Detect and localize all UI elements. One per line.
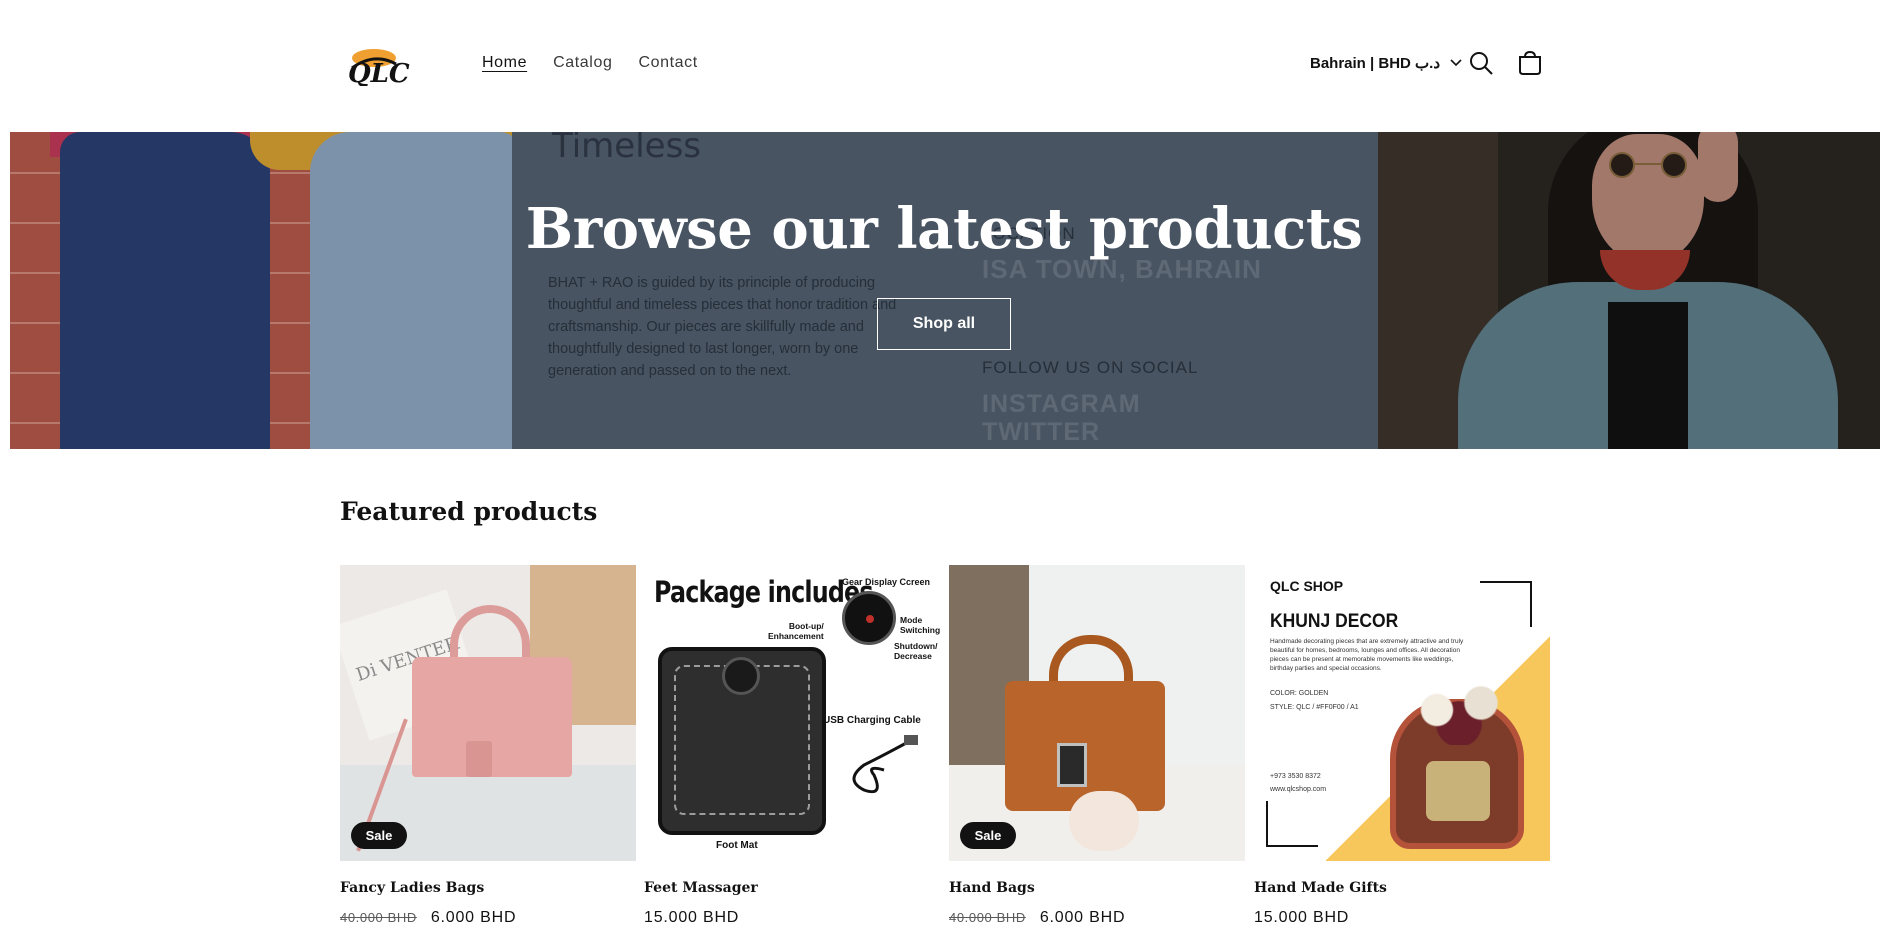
gear-label: Gear Display Ccreen [842, 577, 931, 587]
country-selector[interactable]: Bahrain | BHD د.ب [1310, 54, 1462, 72]
shutdown-label: Shutdown/ Decrease [894, 641, 938, 661]
decor-color: COLOR: GOLDEN [1270, 690, 1329, 697]
product-title[interactable]: Fancy Ladies Bags [340, 880, 484, 896]
decor-phone: +973 3530 8372 [1270, 773, 1321, 780]
brand-label: QLC SHOP [1270, 578, 1344, 594]
hero-heading: Browse our latest products [525, 196, 1363, 262]
product-price: 40.000 BHD 6.000 BHD [340, 909, 516, 927]
svg-text:QLC: QLC [348, 59, 410, 86]
product-card[interactable]: Package includes Gear Display Ccreen Boo… [644, 565, 940, 926]
decor-contact: +973 3530 8372 www.qlcshop.com [1270, 770, 1326, 796]
sale-badge: Sale [351, 822, 407, 849]
decor-web: www.qlcshop.com [1270, 786, 1327, 793]
chevron-down-icon [1450, 59, 1462, 67]
product-title[interactable]: Feet Massager [644, 880, 758, 896]
decor-style: STYLE: QLC / #FF0F00 / A1 [1270, 704, 1359, 711]
usb-label: USB Charging Cable [823, 715, 921, 726]
product-image-hand-bags[interactable]: Sale [949, 565, 1245, 861]
hero-banner: Timeless BHAT + RAO is guided by its pri… [10, 132, 1880, 449]
price-sale: 6.000 BHD [430, 909, 517, 926]
mode-label: Mode Switching [900, 615, 940, 635]
shop-all-button[interactable]: Shop all [877, 298, 1011, 350]
nav-home[interactable]: Home [482, 54, 527, 72]
nav-catalog[interactable]: Catalog [553, 54, 612, 72]
site-header: QLC Home Catalog Contact Bahrain | BHD د… [0, 0, 1880, 132]
price-regular: 15.000 BHD [1254, 909, 1350, 926]
main-nav: Home Catalog Contact [482, 54, 698, 72]
product-card[interactable]: QLC SHOP KHUNJ DECOR Handmade decorating… [1254, 565, 1550, 926]
bootup-label: Boot-up/ Enhancement [768, 621, 824, 641]
price-regular: 15.000 BHD [644, 909, 740, 926]
sale-badge: Sale [960, 822, 1016, 849]
country-label: Bahrain | BHD د.ب [1310, 55, 1441, 72]
price-sale: 6.000 BHD [1039, 909, 1126, 926]
product-price: 15.000 BHD [644, 909, 739, 927]
product-card[interactable]: Sale Hand Bags 40.000 BHD 6.000 BHD [949, 565, 1245, 926]
price-regular: 40.000 BHD [949, 910, 1026, 925]
product-price: 40.000 BHD 6.000 BHD [949, 909, 1125, 927]
package-heading: Package includes [654, 575, 873, 609]
decor-description: Handmade decorating pieces that are extr… [1270, 638, 1464, 672]
nav-contact[interactable]: Contact [638, 54, 697, 72]
decor-meta: COLOR: GOLDEN STYLE: QLC / #FF0F00 / A1 [1270, 687, 1359, 715]
featured-products-title: Featured products [340, 497, 598, 526]
cart-icon[interactable] [1517, 50, 1543, 76]
product-image-feet-massager[interactable]: Package includes Gear Display Ccreen Boo… [644, 565, 940, 861]
product-title[interactable]: Hand Made Gifts [1254, 880, 1387, 896]
decor-heading: KHUNJ DECOR [1270, 611, 1399, 632]
footmat-label: Foot Mat [716, 840, 758, 851]
product-card[interactable]: Di VENTER Sale Fancy Ladies Bags 40.000 … [340, 565, 636, 926]
search-icon[interactable] [1468, 50, 1494, 76]
store-logo[interactable]: QLC [344, 46, 436, 86]
product-image-fancy-ladies-bags[interactable]: Di VENTER Sale [340, 565, 636, 861]
product-title[interactable]: Hand Bags [949, 880, 1035, 896]
product-image-hand-made-gifts[interactable]: QLC SHOP KHUNJ DECOR Handmade decorating… [1254, 565, 1550, 861]
product-price: 15.000 BHD [1254, 909, 1349, 927]
price-regular: 40.000 BHD [340, 910, 417, 925]
